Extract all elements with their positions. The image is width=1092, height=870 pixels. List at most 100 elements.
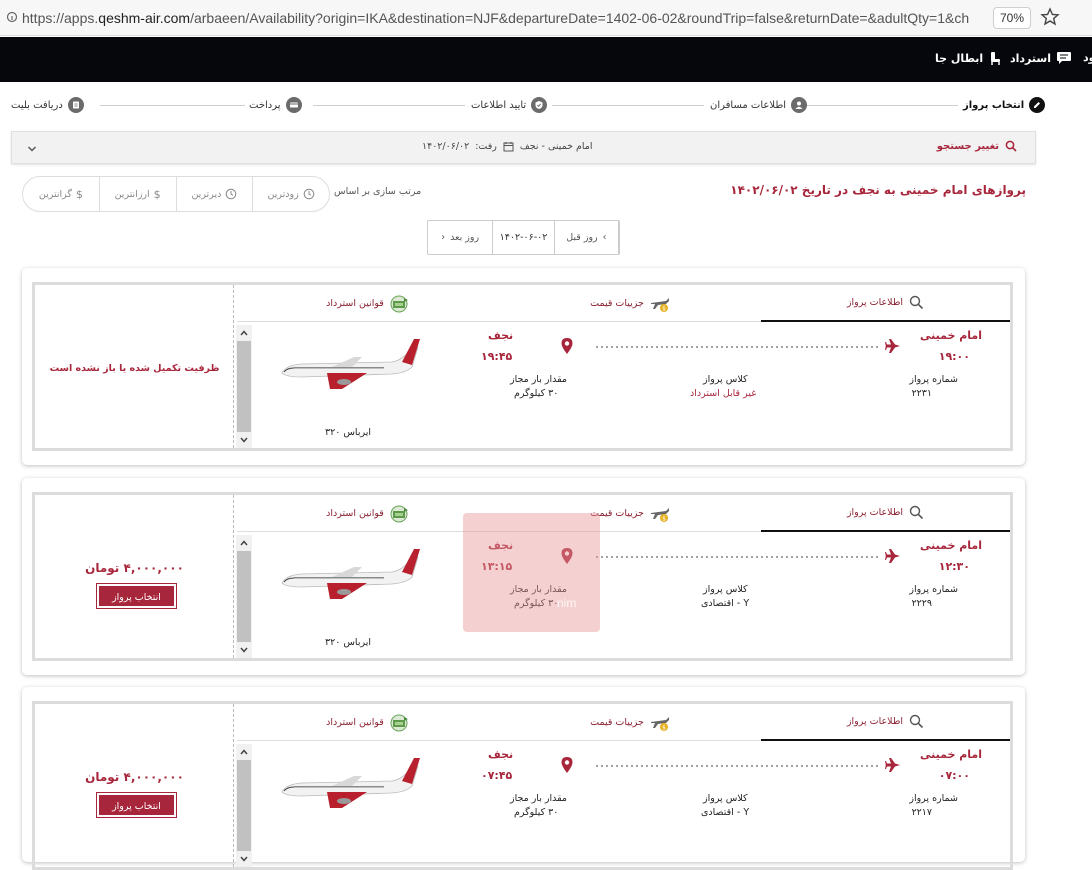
- aircraft-model: ایرباس ۳۲۰: [325, 637, 371, 648]
- page-info-icon[interactable]: [6, 11, 18, 23]
- tab-label: جزییات قیمت: [590, 717, 644, 728]
- sort-most-expensive-button[interactable]: $ گرانترین: [23, 177, 99, 211]
- search-icon: [909, 505, 924, 520]
- step-label: دریافت بلیت: [11, 99, 63, 111]
- chevron-up-icon[interactable]: [239, 747, 249, 757]
- origin-city: امام خمینی: [919, 329, 982, 342]
- svg-text:$: $: [662, 305, 666, 312]
- flight-class: Y - اقتصادی: [701, 598, 750, 609]
- route-line: [596, 346, 880, 348]
- booking-stepper: انتخاب پرواز اطلاعات مسافران تایید اطلاع…: [0, 93, 1092, 119]
- nav-refund[interactable]: استرداد: [1010, 51, 1072, 65]
- flight-tabs: اطلاعات پرواز $ جزییات قیمت قوانین استرد…: [237, 495, 1010, 532]
- stepper-line: [313, 105, 465, 106]
- sort-label: مرتب سازی بر اساس: [334, 186, 422, 197]
- airplane-icon: [885, 758, 900, 772]
- flight-number-label: شماره پرواز: [909, 793, 958, 804]
- destination-city: نجف: [488, 329, 514, 342]
- plane-price-icon: $: [650, 297, 669, 312]
- nav-login-label: ود: [1083, 51, 1092, 64]
- departure-time: ۰۷:۰۰: [938, 769, 970, 782]
- watermark-text: nim: [557, 596, 577, 610]
- plane-price-icon: $: [650, 507, 669, 522]
- flight-number: ۲۲۲۹: [911, 598, 932, 609]
- step-get-ticket: دریافت بلیت: [11, 97, 84, 113]
- depart-label: رفت:: [475, 141, 497, 152]
- flight-class-label: کلاس پرواز: [703, 374, 748, 385]
- arrival-time: ۱۹:۴۵: [481, 350, 513, 363]
- chevron-down-icon[interactable]: [26, 143, 38, 155]
- stepper-line: [806, 105, 958, 106]
- flight-number-label: شماره پرواز: [909, 584, 958, 595]
- baggage-label: مقدار بار مجاز: [510, 793, 567, 804]
- sort-cheapest-button[interactable]: $ ارزانترین: [98, 177, 176, 211]
- chevron-down-icon[interactable]: [239, 645, 249, 655]
- tab-price-details[interactable]: $ جزییات قیمت: [499, 704, 761, 741]
- tab-flight-info[interactable]: اطلاعات پرواز: [761, 495, 1010, 532]
- price-panel: ظرفیت تکمیل شده یا باز نشده است: [35, 285, 234, 448]
- prev-day-button[interactable]: › روز قبل: [555, 221, 619, 254]
- tab-label: اطلاعات پرواز: [846, 716, 904, 727]
- aircraft-photo: [272, 327, 424, 423]
- tab-refund-rules[interactable]: قوانین استرداد: [237, 285, 499, 322]
- change-search-label: تغییر جستجو: [936, 140, 999, 152]
- plane-price-icon: $: [650, 716, 669, 731]
- bookmark-star-icon[interactable]: [1040, 7, 1060, 27]
- arrival-time: ۰۷:۴۵: [481, 769, 513, 782]
- sort-earliest-button[interactable]: زودترین: [252, 177, 329, 211]
- tab-refund-rules[interactable]: قوانین استرداد: [237, 704, 499, 741]
- airplane-icon: [885, 339, 900, 353]
- chevron-up-icon[interactable]: [239, 328, 249, 338]
- step-select-flight: انتخاب پرواز: [963, 97, 1046, 113]
- shield-check-icon: [531, 97, 548, 113]
- chevron-down-icon[interactable]: [239, 435, 249, 445]
- select-flight-button[interactable]: انتخاب پرواز: [96, 583, 177, 609]
- sort-latest-button[interactable]: دیرترین: [175, 177, 253, 211]
- nav-refund-label: استرداد: [1010, 51, 1051, 65]
- step-confirm-info: تایید اطلاعات: [471, 97, 548, 113]
- chevron-down-icon[interactable]: [239, 854, 249, 864]
- chevron-right-icon: ›: [602, 232, 607, 243]
- price-panel: ۴,۰۰۰,۰۰۰ تومان انتخاب پرواز: [35, 704, 234, 867]
- airplane-image: [281, 549, 420, 599]
- baggage-allowance: ۳۰ کیلوگرم: [514, 388, 559, 399]
- aircraft-scrollbar[interactable]: [236, 325, 252, 448]
- url-host: qeshm-air.com: [98, 10, 191, 26]
- search-icon: [909, 714, 924, 729]
- url-prefix: https://apps.: [22, 10, 99, 26]
- next-day-button[interactable]: روز بعد ‹: [428, 221, 494, 254]
- change-search-button[interactable]: تغییر جستجو: [937, 140, 1017, 152]
- tab-flight-info[interactable]: اطلاعات پرواز: [761, 704, 1010, 741]
- results-title: پروازهای امام خمینی به نجف در تاریخ ۱۴۰۲…: [730, 183, 1026, 197]
- seat-icon: [991, 52, 1001, 65]
- scrollbar-thumb[interactable]: [237, 341, 251, 432]
- search-icon: [1005, 140, 1017, 152]
- stepper-line: [100, 105, 245, 106]
- clock-icon: [303, 188, 315, 200]
- aircraft-scrollbar[interactable]: [236, 744, 252, 867]
- svg-text:$: $: [662, 724, 666, 731]
- flight-card: ۴,۰۰۰,۰۰۰ تومان انتخاب پرواز اطلاعات پرو…: [22, 687, 1025, 870]
- tab-flight-info[interactable]: اطلاعات پرواز: [761, 285, 1010, 322]
- user-icon: [791, 97, 808, 113]
- message-icon: [1056, 52, 1071, 64]
- step-passenger-info: اطلاعات مسافران: [710, 97, 808, 113]
- search-summary-bar[interactable]: تغییر جستجو امام خمینی - نجف رفت: ۱۴۰۲/۰…: [11, 131, 1036, 164]
- tab-refund-rules[interactable]: قوانین استرداد: [237, 495, 499, 532]
- url-field[interactable]: https://apps.qeshm-air.com/arbaeen/Avail…: [22, 10, 988, 26]
- scrollbar-thumb[interactable]: [237, 551, 251, 642]
- zoom-level-badge[interactable]: 70%: [993, 7, 1031, 29]
- baggage-label: مقدار بار مجاز: [510, 374, 567, 385]
- tab-label: اطلاعات پرواز: [846, 297, 904, 308]
- tab-price-details[interactable]: $ جزییات قیمت: [499, 285, 761, 322]
- flight-class: Y - اقتصادی: [701, 807, 750, 818]
- dollar-icon: $: [153, 187, 161, 201]
- tab-label: قوانین استرداد: [326, 508, 384, 519]
- chevron-up-icon[interactable]: [239, 538, 249, 548]
- nav-cancel-seat[interactable]: ابطال جا: [935, 51, 1002, 65]
- select-flight-button[interactable]: انتخاب پرواز: [96, 792, 177, 818]
- aircraft-photo: [272, 746, 424, 842]
- scrollbar-thumb[interactable]: [237, 760, 251, 851]
- aircraft-scrollbar[interactable]: [236, 535, 252, 658]
- nav-login-partial[interactable]: ود: [1083, 51, 1092, 64]
